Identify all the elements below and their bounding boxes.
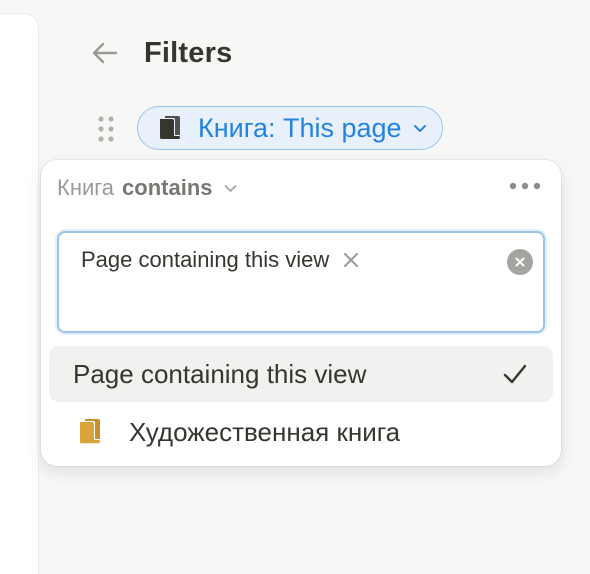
selected-value-token: Page containing this view bbox=[81, 247, 361, 273]
filter-chip[interactable]: Книга: This page bbox=[137, 106, 443, 150]
token-label: Page containing this view bbox=[81, 247, 330, 272]
close-icon[interactable] bbox=[341, 250, 361, 270]
arrow-left-icon bbox=[92, 42, 118, 64]
filter-value-input[interactable]: Page containing this view bbox=[57, 231, 545, 333]
more-horizontal-icon bbox=[509, 182, 541, 190]
filter-chip-label: Книга: This page bbox=[198, 112, 402, 143]
clear-circle-icon bbox=[515, 257, 525, 267]
left-side-panel bbox=[0, 14, 38, 574]
checkmark-icon bbox=[503, 364, 527, 384]
option-page-containing-view[interactable]: Page containing this view bbox=[49, 346, 553, 402]
chevron-down-icon bbox=[413, 125, 426, 132]
page-title: Filters bbox=[144, 36, 233, 69]
filter-popover: Книга contains Page containing this view… bbox=[41, 160, 561, 466]
filter-operator-selector[interactable]: Книга contains bbox=[57, 174, 238, 202]
more-options-button[interactable] bbox=[507, 174, 543, 198]
option-label: Художественная книга bbox=[129, 416, 401, 447]
drag-handle-icon[interactable] bbox=[96, 114, 116, 144]
option-label: Page containing this view bbox=[73, 358, 367, 389]
filters-header: Filters bbox=[86, 30, 232, 76]
filter-property-label: Книга bbox=[57, 175, 115, 200]
clear-input-button[interactable] bbox=[507, 249, 533, 275]
book-icon bbox=[160, 116, 180, 139]
back-button[interactable] bbox=[86, 35, 122, 71]
book-icon bbox=[80, 419, 100, 444]
option-fiction-book[interactable]: Художественная книга bbox=[49, 404, 553, 460]
filter-operator-label: contains bbox=[122, 175, 213, 200]
chevron-down-icon bbox=[224, 184, 236, 192]
